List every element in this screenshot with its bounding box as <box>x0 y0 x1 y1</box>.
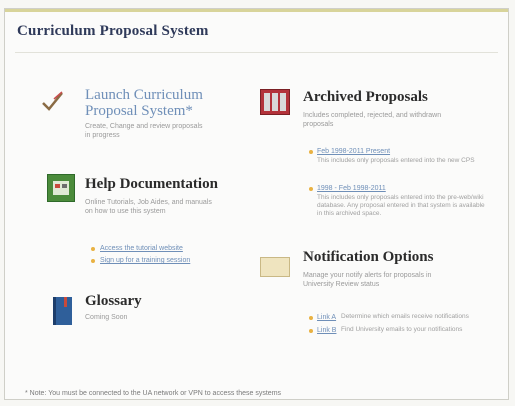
help-desc: Online Tutorials, Job Aides, and manuals… <box>85 199 212 215</box>
bullet-icon <box>309 187 313 191</box>
archived-current-desc: This includes only proposals entered int… <box>317 157 475 164</box>
tutorial-link[interactable]: Access the tutorial website <box>100 244 183 253</box>
envelope-icon <box>260 257 290 277</box>
bullet-icon <box>91 259 95 263</box>
page-title: Curriculum Proposal System <box>17 23 209 39</box>
notify-link-a[interactable]: Link A <box>317 313 336 322</box>
launch-desc: Create, Change and review proposals in p… <box>85 123 203 139</box>
glossary-heading: Glossary <box>85 293 142 309</box>
archive-binders-icon <box>260 89 290 115</box>
checkmark-pencil-icon <box>40 89 66 115</box>
book-icon <box>53 297 72 325</box>
main-panel: Curriculum Proposal System Launch Curric… <box>4 8 509 400</box>
archived-current-link[interactable]: Feb 1998-2011 Present <box>317 147 390 156</box>
notify-desc-b: Find University emails to your notificat… <box>341 326 463 333</box>
bullet-icon <box>309 329 313 333</box>
notification-desc: Manage your notify alerts for proposals … <box>303 272 432 288</box>
archived-proposals-heading: Archived Proposals <box>303 89 428 105</box>
footer-note: * Note: You must be connected to the UA … <box>25 390 282 397</box>
glossary-desc: Coming Soon <box>85 314 128 321</box>
top-accent-bar <box>5 9 508 12</box>
title-divider <box>15 52 498 53</box>
notify-desc-a: Determine which emails receive notificat… <box>341 313 469 320</box>
help-documentation-heading: Help Documentation <box>85 176 218 192</box>
bullet-icon <box>309 150 313 154</box>
bullet-icon <box>91 247 95 251</box>
notify-link-b[interactable]: Link B <box>317 326 336 335</box>
archived-legacy-desc: This includes only proposals entered int… <box>317 194 485 217</box>
archived-desc: Includes completed, rejected, and withdr… <box>303 112 442 128</box>
bullet-icon <box>309 316 313 320</box>
archived-legacy-link[interactable]: 1998 - Feb 1998-2011 <box>317 184 386 193</box>
launch-cps-link[interactable]: Launch Curriculum Proposal System* <box>85 87 215 119</box>
notification-options-heading: Notification Options <box>303 249 434 265</box>
calendar-doc-icon <box>47 174 75 202</box>
training-link[interactable]: Sign up for a training session <box>100 256 190 265</box>
